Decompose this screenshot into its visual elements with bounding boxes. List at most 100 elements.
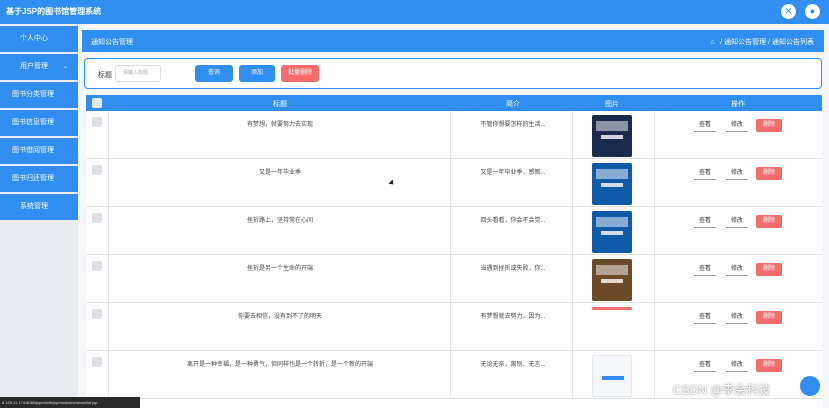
row-checkbox[interactable] [92,357,102,367]
cell-divider [450,111,451,159]
cell-divider [572,159,573,207]
view-button[interactable]: 查看 [694,167,716,180]
sidebar-item-return[interactable]: 图书归还管理 [0,166,78,192]
sidebar-item-category-management[interactable]: 图书分类管理 [0,82,78,108]
data-table: 标题 简介 图片 操作 有梦想，就要努力去实现 不管你想要怎样的生活... 查看… [86,95,822,408]
row-title: 又是一年毕业季 [258,170,301,176]
sidebar-item-system[interactable]: 系统管理 [0,194,78,220]
row-summary: 不管你想要怎样的生活... [480,122,546,128]
delete-button[interactable]: 删除 [756,359,782,372]
cell-divider [654,111,655,159]
edit-button[interactable]: 修改 [726,119,748,132]
sidebar-item-user-management[interactable]: 用户管理 ⌄ [0,54,78,80]
table-row: 有梦想，就要努力去实现 不管你想要怎样的生活... 查看 修改 删除 [86,111,822,159]
breadcrumb-text[interactable]: / 通知公告管理 / 通知公告列表 [720,39,814,46]
delete-button[interactable]: 删除 [756,119,782,132]
sidebar-item-label: 个人中心 [20,35,48,42]
edit-button[interactable]: 修改 [726,215,748,228]
batch-delete-button[interactable]: 批量删除 [281,65,319,82]
view-button[interactable]: 查看 [694,263,716,276]
cell-divider [572,255,573,303]
content-header: 通知公告管理 ⌂ / 通知公告管理 / 通知公告列表 [82,30,824,52]
sidebar-item-personal-center[interactable]: 个人中心 [0,26,78,52]
table-row: 挫折是另一个生命的开端 当遇到挫折或失败，你... 查看 修改 删除 [86,255,822,303]
sidebar-item-label: 用户管理 [20,63,48,70]
row-summary: 有梦想就去努力，因为... [480,314,546,320]
row-title: 挫折是另一个生命的开端 [246,266,313,272]
floating-action-button[interactable] [800,376,820,396]
cell-divider [654,351,655,399]
book-cover-image [592,115,632,157]
book-cover-image [592,259,632,301]
edit-button[interactable]: 修改 [726,359,748,372]
search-label: 标题 [98,72,112,79]
table-row: 又是一年毕业季 又是一年毕业季，感慨... 查看 修改 删除 [86,159,822,207]
edit-button[interactable]: 修改 [726,263,748,276]
sidebar: 个人中心 用户管理 ⌄ 图书分类管理 图书信息管理 图书借阅管理 图书归还管理 … [0,24,78,408]
book-cover-image [592,211,632,253]
row-checkbox[interactable] [92,309,102,319]
cell-divider [572,303,573,351]
cell-divider [654,303,655,351]
row-summary: 当遇到挫折或失败，你... [480,266,546,272]
search-panel: 标题 请输入标题 查询 添加 批量删除 [84,58,822,89]
delete-button[interactable]: 删除 [756,263,782,276]
top-bar: 基于JSP的图书馆管理系统 ✕ ● [0,0,829,24]
chevron-down-icon: ⌄ [62,64,68,70]
row-checkbox[interactable] [92,165,102,175]
add-button[interactable]: 添加 [239,65,275,82]
table-row: 你要去相信，没有到不了的明天 有梦想就去努力，因为... 查看 修改 删除 [86,303,822,351]
view-button[interactable]: 查看 [694,359,716,372]
view-button[interactable]: 查看 [694,215,716,228]
cell-divider [572,207,573,255]
user-icon[interactable]: ● [805,4,820,19]
view-button[interactable]: 查看 [694,119,716,132]
search-input[interactable]: 请输入标题 [115,65,161,82]
cell-divider [450,159,451,207]
cell-divider [654,207,655,255]
row-summary: 无论无奈，离别、无言... [480,362,546,368]
row-title: 有梦想，就要努力去实现 [246,122,313,128]
app-title: 基于JSP的图书馆管理系统 [6,7,102,16]
delete-button[interactable]: 删除 [756,215,782,228]
row-title: 挫折路上，坚持常在心间 [246,218,313,224]
sidebar-item-label: 图书归还管理 [12,175,54,182]
cell-divider [108,255,109,303]
delete-button[interactable]: 删除 [756,311,782,324]
status-bar-url: 8.129.11.174:8080/jspm0xfh/jsp/modules/n… [0,397,140,408]
table-row: 挫折路上，坚持常在心间 回头看看，你会不会觉... 查看 修改 删除 [86,207,822,255]
table-header: 标题 简介 图片 操作 [86,95,822,111]
row-title: 你要去相信，没有到不了的明天 [237,314,322,320]
header-summary: 简介 [506,101,520,108]
header-actions: 操作 [731,101,745,108]
query-button[interactable]: 查询 [195,65,233,82]
sidebar-item-label: 系统管理 [20,203,48,210]
row-checkbox[interactable] [92,261,102,271]
book-cover-image [592,355,632,397]
row-summary: 回头看看，你会不会觉... [480,218,546,224]
row-checkbox[interactable] [92,213,102,223]
book-cover-image [592,163,632,205]
delete-button[interactable]: 删除 [756,167,782,180]
sidebar-item-label: 图书信息管理 [12,119,54,126]
cell-divider [654,255,655,303]
cell-divider [108,351,109,399]
edit-button[interactable]: 修改 [726,311,748,324]
row-summary: 又是一年毕业季，感慨... [480,170,546,176]
close-icon[interactable]: ✕ [781,4,796,19]
header-title: 标题 [273,101,287,108]
home-icon[interactable]: ⌂ [710,39,718,46]
sidebar-item-borrow[interactable]: 图书借阅管理 [0,138,78,164]
cell-divider [450,207,451,255]
cell-divider [450,351,451,399]
cell-divider [108,159,109,207]
edit-button[interactable]: 修改 [726,167,748,180]
cell-divider [450,255,451,303]
page-title: 通知公告管理 [91,39,133,46]
view-button[interactable]: 查看 [694,311,716,324]
select-all-checkbox[interactable] [92,98,102,108]
row-title: 离开是一种幸福，是一种勇气，但同样也是一个转折，是一个新的开端 [186,362,373,368]
row-checkbox[interactable] [92,117,102,127]
sidebar-item-book-info[interactable]: 图书信息管理 [0,110,78,136]
cell-divider [108,111,109,159]
